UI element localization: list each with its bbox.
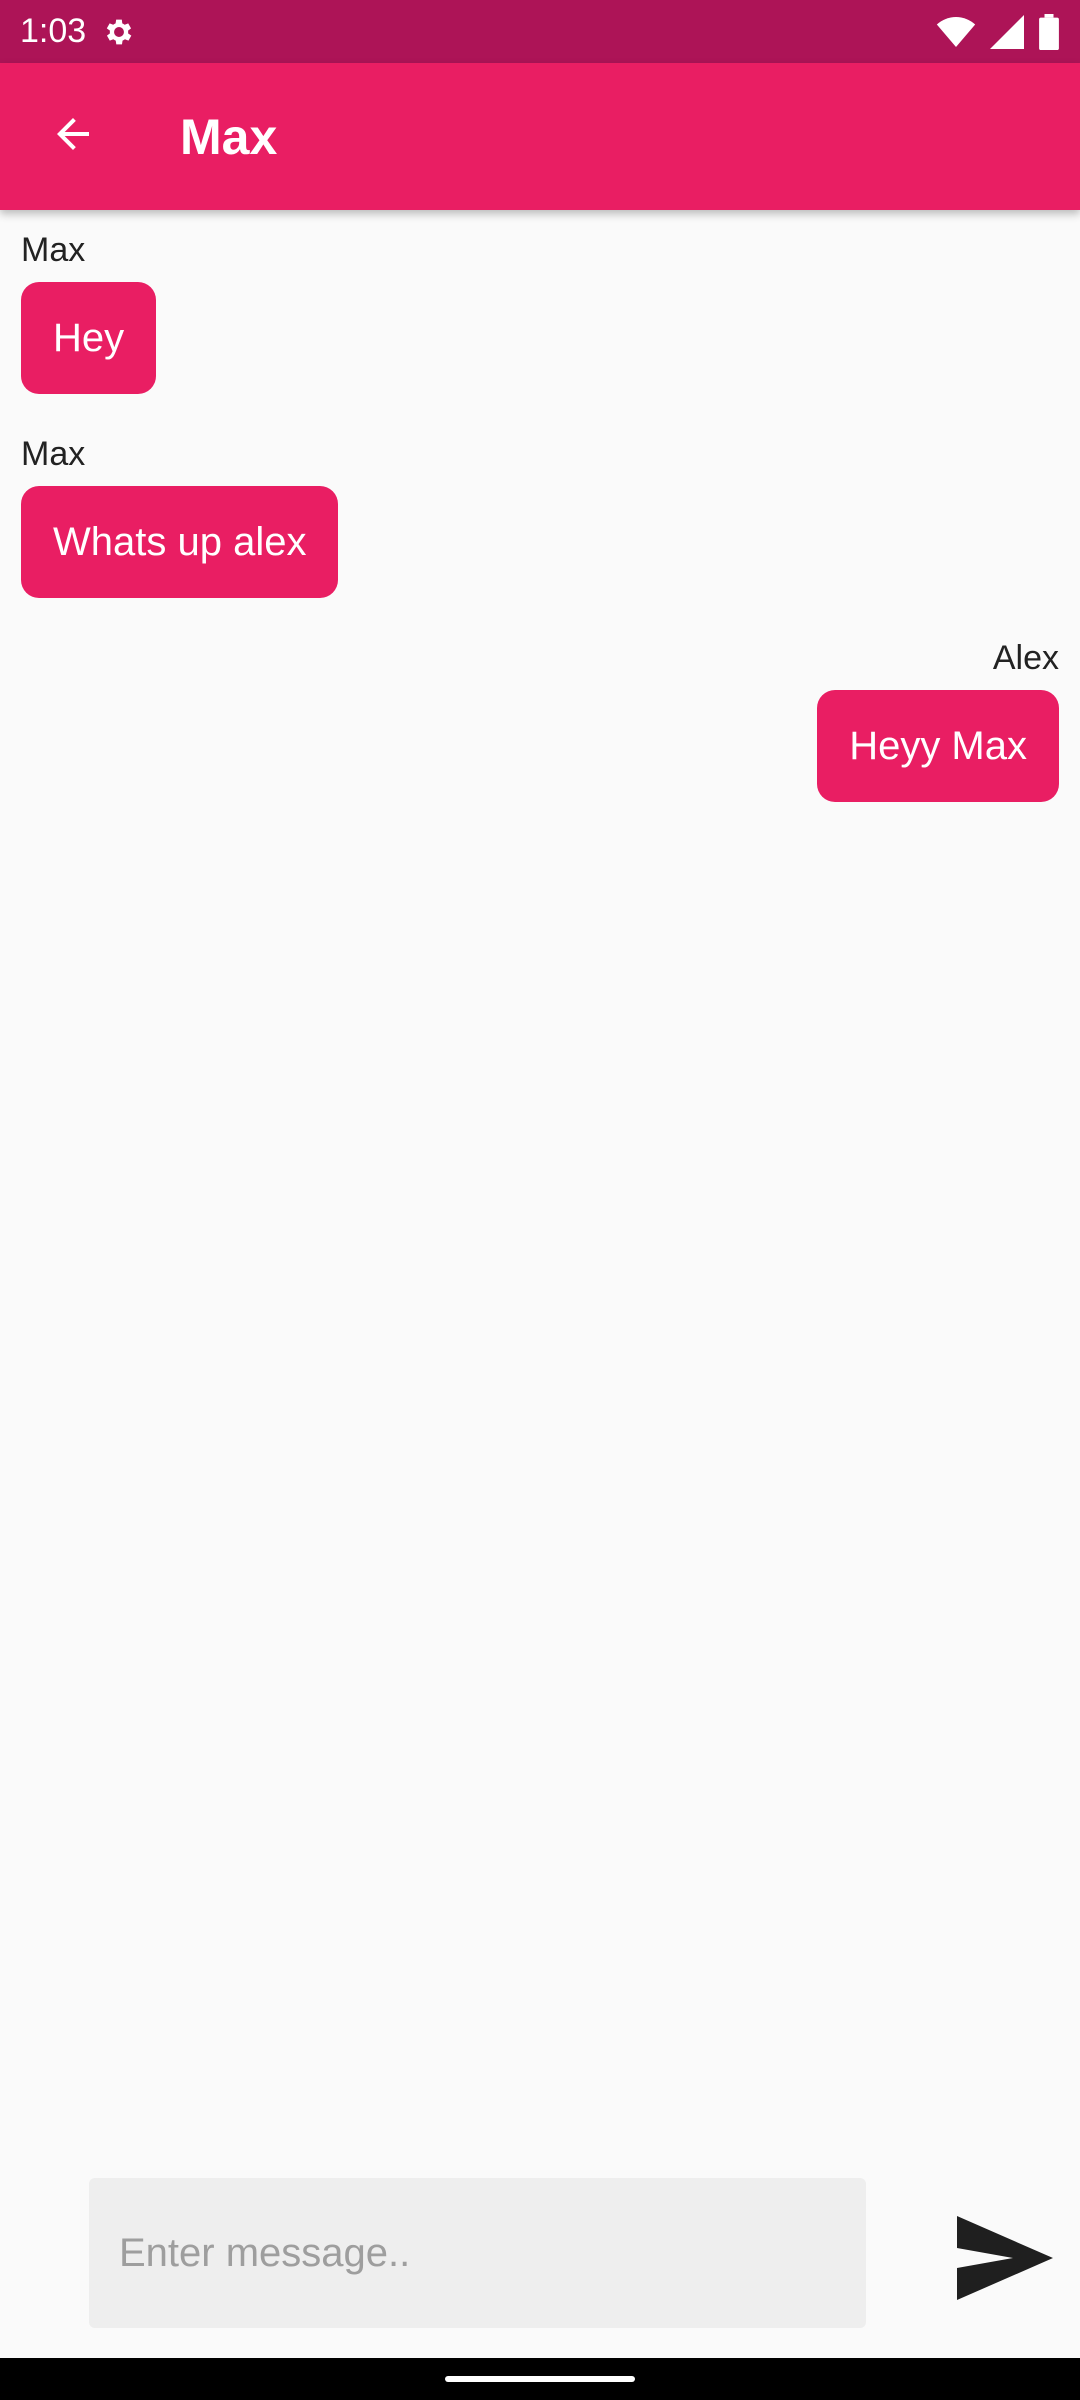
message-sender: Max — [21, 231, 86, 269]
message-input[interactable] — [89, 2178, 866, 2328]
message-sender: Alex — [992, 639, 1059, 677]
message-bubble[interactable]: Whats up alex — [21, 486, 339, 598]
send-icon — [957, 2215, 1053, 2305]
home-gesture-handle[interactable] — [445, 2376, 635, 2382]
message-bubble[interactable]: Heyy Max — [817, 690, 1059, 802]
send-button[interactable] — [950, 2210, 1060, 2310]
gear-icon — [102, 15, 136, 49]
message-bubble[interactable]: Hey — [21, 282, 157, 394]
status-bar: 1:03 — [0, 0, 1080, 63]
navigation-bar — [0, 2358, 1080, 2400]
message-item: Alex Heyy Max — [21, 638, 1059, 802]
message-item: Max Whats up alex — [21, 434, 1059, 598]
chat-title: Max — [180, 108, 278, 165]
message-item: Max Hey — [21, 230, 1059, 394]
composer-bar — [0, 2170, 1080, 2330]
chat-screen: 1:03 Max Max Hey Max Whats up alex Alex … — [0, 0, 1080, 2400]
signal-icon — [990, 14, 1024, 49]
battery-icon — [1038, 13, 1060, 50]
message-list: Max Hey Max Whats up alex Alex Heyy Max — [0, 210, 1080, 842]
arrow-back-icon — [49, 110, 97, 163]
message-sender: Max — [21, 435, 86, 473]
app-bar: Max — [0, 63, 1080, 210]
wifi-icon — [936, 15, 976, 49]
status-time: 1:03 — [20, 12, 87, 50]
back-button[interactable] — [18, 82, 128, 192]
